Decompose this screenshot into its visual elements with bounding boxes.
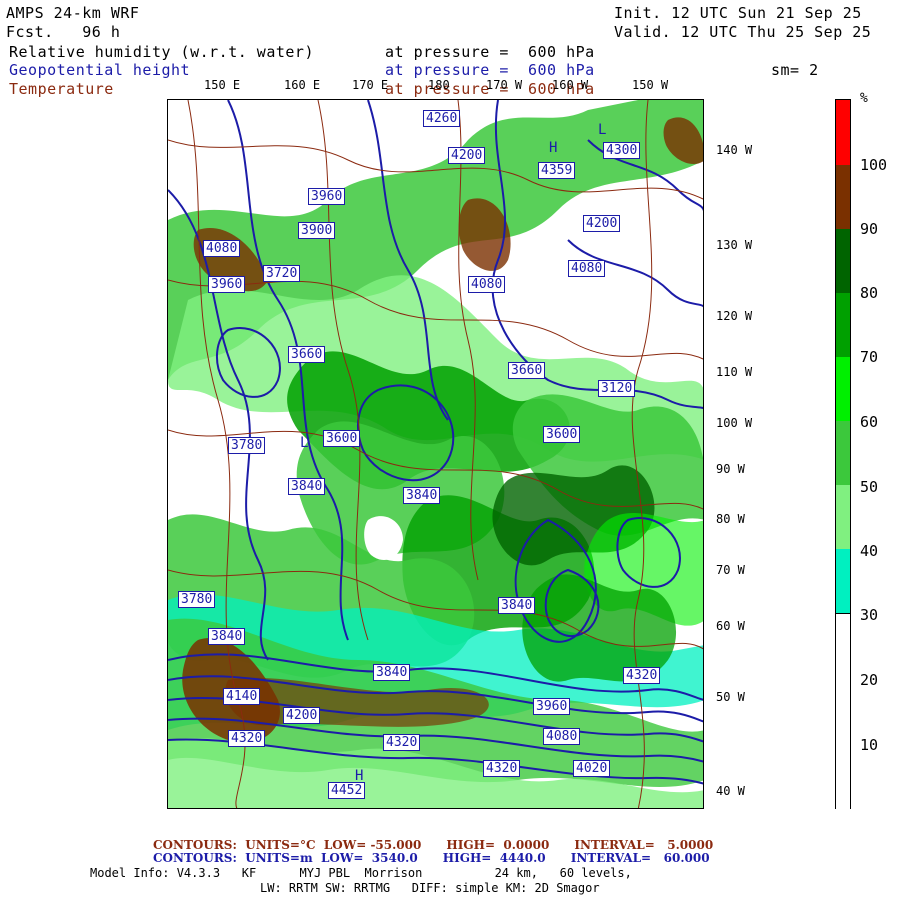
colorbar-segment: [836, 421, 850, 485]
rh-band: [522, 574, 677, 682]
colorbar-label: 90: [860, 220, 879, 238]
field2-level: at pressure = 600 hPa: [385, 61, 595, 79]
lon-label-right: 40 W: [716, 784, 745, 798]
field1-level: at pressure = 600 hPa: [385, 43, 595, 61]
height-label: 4200: [448, 147, 486, 164]
colorbar-label: 60: [860, 413, 879, 431]
lon-label-right: 120 W: [716, 309, 753, 323]
height-label: 4320: [228, 730, 266, 747]
forecast-map: 4260 4200 3960 3900 4080 3960 3720 4080 …: [167, 99, 704, 809]
height-label: 3660: [288, 346, 326, 363]
colorbar-segment: [836, 229, 850, 293]
forecast-hour: Fcst. 96 h: [6, 23, 121, 41]
colorbar-segment: [836, 100, 850, 165]
field3-name: Temperature: [9, 80, 114, 98]
height-label: 4080: [203, 240, 241, 257]
lon-label-right: 90 W: [716, 462, 745, 476]
height-high-label: 4359: [538, 162, 576, 179]
height-label: 3780: [228, 437, 266, 454]
low-pressure-marker: L: [300, 435, 309, 451]
height-label: 3960: [533, 698, 571, 715]
temperature-contour-info: CONTOURS: UNITS=°C LOW= -55.000 HIGH= 0.…: [153, 838, 714, 852]
height-label: 4200: [583, 215, 621, 232]
colorbar-segment: [836, 165, 850, 229]
height-label: 3720: [263, 265, 301, 282]
height-label: 4200: [283, 707, 321, 724]
high-pressure-marker: H: [549, 140, 558, 156]
height-label: 4080: [568, 260, 606, 277]
lon-label-top: 160 E: [284, 78, 321, 92]
colorbar-label: 40: [860, 542, 879, 560]
height-label: 4020: [573, 760, 611, 777]
low-pressure-marker: L: [598, 122, 607, 138]
height-contour-info: CONTOURS: UNITS=m LOW= 3540.0 HIGH= 4440…: [153, 851, 710, 865]
height-label: 4320: [623, 667, 661, 684]
valid-time: Valid. 12 UTC Thu 25 Sep 25: [614, 23, 872, 41]
height-label: 4080: [468, 276, 506, 293]
height-label: 3840: [403, 487, 441, 504]
height-label: 4320: [383, 734, 421, 751]
lon-label-top: 180: [428, 78, 450, 92]
colorbar-label: 50: [860, 478, 879, 496]
height-label: 3840: [288, 478, 326, 495]
colorbar-label: 20: [860, 671, 879, 689]
colorbar-label: 100: [860, 156, 888, 174]
colorbar-segment: [836, 549, 850, 613]
lon-label-top: 150 E: [204, 78, 241, 92]
colorbar-segment: [836, 357, 850, 421]
lon-label-right: 140 W: [716, 143, 753, 157]
colorbar-unit: %: [860, 91, 868, 106]
height-label: 3900: [298, 222, 336, 239]
lon-label-top: 170 E: [352, 78, 389, 92]
high-pressure-marker: H: [355, 768, 364, 784]
field2-name: Geopotential height: [9, 61, 191, 79]
lon-label-right: 80 W: [716, 512, 745, 526]
height-label: 4320: [483, 760, 521, 777]
colorbar-label: 80: [860, 284, 879, 302]
lon-label-right: 110 W: [716, 365, 753, 379]
field1-name: Relative humidity (w.r.t. water): [9, 43, 314, 61]
height-label: 3840: [498, 597, 536, 614]
lon-label-top: 160 W: [552, 78, 589, 92]
lon-label-right: 70 W: [716, 563, 745, 577]
height-label: 3120: [598, 380, 636, 397]
height-label: 3780: [178, 591, 216, 608]
lon-label-top: 150 W: [632, 78, 669, 92]
model-info: Model Info: V4.3.3 KF MYJ PBL Morrison 2…: [90, 866, 632, 880]
colorbar: [835, 99, 851, 809]
colorbar-segment: [836, 293, 850, 357]
height-label: 3960: [308, 188, 346, 205]
lon-label-top: 170 W: [486, 78, 523, 92]
colorbar-label: 70: [860, 348, 879, 366]
colorbar-segment: [836, 613, 850, 809]
colorbar-segment: [836, 485, 850, 549]
height-label: 3600: [323, 430, 361, 447]
lon-label-right: 130 W: [716, 238, 753, 252]
lon-label-right: 100 W: [716, 416, 753, 430]
init-time: Init. 12 UTC Sun 21 Sep 25: [614, 4, 862, 22]
height-label: 3840: [373, 664, 411, 681]
height-high-label: 4452: [328, 782, 366, 799]
height-label: 4260: [423, 110, 461, 127]
lon-label-right: 60 W: [716, 619, 745, 633]
height-label: 4080: [543, 728, 581, 745]
height-label: 3960: [208, 276, 246, 293]
model-title: AMPS 24-km WRF: [6, 4, 140, 22]
height-label: 3600: [543, 426, 581, 443]
smoothing-label: sm= 2: [771, 61, 819, 79]
colorbar-label: 10: [860, 736, 879, 754]
colorbar-label: 30: [860, 606, 879, 624]
height-label: 3840: [208, 628, 246, 645]
model-info-physics: LW: RRTM SW: RRTMG DIFF: simple KM: 2D S…: [260, 881, 600, 895]
height-label: 4140: [223, 688, 261, 705]
lon-label-right: 50 W: [716, 690, 745, 704]
height-label: 4300: [603, 142, 641, 159]
height-label: 3660: [508, 362, 546, 379]
